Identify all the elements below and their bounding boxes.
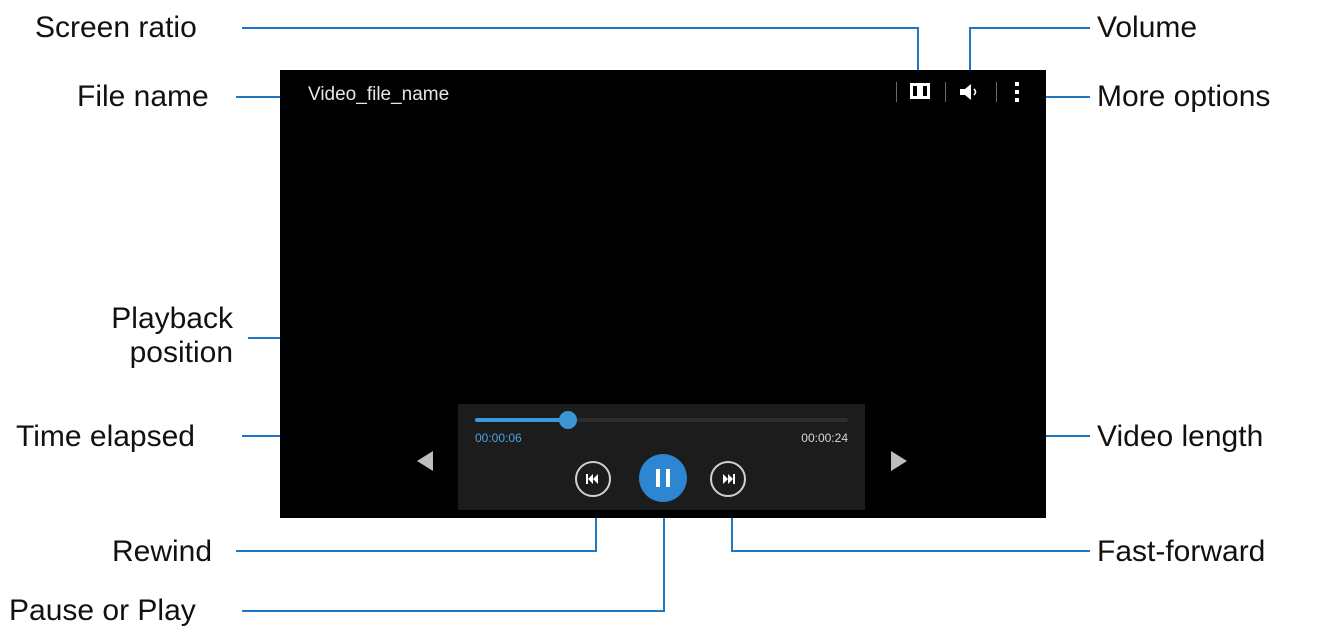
callout-volume: Volume bbox=[1097, 11, 1198, 44]
toolbar-divider bbox=[896, 82, 897, 102]
more-options-icon[interactable] bbox=[1013, 80, 1021, 104]
callout-playback-line2: position bbox=[129, 336, 233, 369]
file-name: Video_file_name bbox=[308, 84, 450, 105]
line-pause-play bbox=[242, 510, 665, 612]
progress-fill bbox=[475, 418, 569, 422]
callout-rewind: Rewind bbox=[112, 535, 213, 568]
next-arrow-icon[interactable] bbox=[891, 451, 907, 471]
previous-arrow-icon[interactable] bbox=[417, 451, 433, 471]
callout-video-length: Video length bbox=[1097, 420, 1264, 453]
callout-playback-position: Playback position bbox=[60, 302, 233, 370]
rewind-button[interactable] bbox=[575, 461, 611, 497]
pause-icon bbox=[656, 469, 670, 487]
callout-screen-ratio: Screen ratio bbox=[35, 11, 197, 44]
callout-playback-line1: Playback bbox=[111, 302, 233, 335]
playback-controls-panel: 00:00:06 00:00:24 bbox=[458, 404, 865, 510]
fast-forward-button[interactable] bbox=[710, 461, 746, 497]
callout-time-elapsed: Time elapsed bbox=[16, 420, 195, 453]
rewind-icon bbox=[586, 474, 598, 484]
pause-play-button[interactable] bbox=[639, 454, 687, 502]
volume-icon[interactable] bbox=[958, 82, 982, 102]
progress-track[interactable] bbox=[475, 411, 848, 429]
toolbar-divider bbox=[996, 82, 997, 102]
toolbar-divider bbox=[945, 82, 946, 102]
playback-position-handle[interactable] bbox=[559, 411, 578, 429]
screen-ratio-icon[interactable] bbox=[910, 83, 930, 99]
callout-more-options: More options bbox=[1097, 80, 1271, 113]
callout-fast-forward: Fast-forward bbox=[1097, 535, 1266, 568]
fast-forward-icon bbox=[723, 474, 735, 484]
video-length: 00:00:24 bbox=[801, 431, 848, 445]
callout-pause-or-play: Pause or Play bbox=[9, 594, 196, 627]
callout-file-name: File name bbox=[77, 80, 209, 113]
time-elapsed: 00:00:06 bbox=[475, 431, 522, 445]
video-player-screen[interactable]: Video_file_name 00:00:06 00:00:24 bbox=[280, 70, 1046, 518]
